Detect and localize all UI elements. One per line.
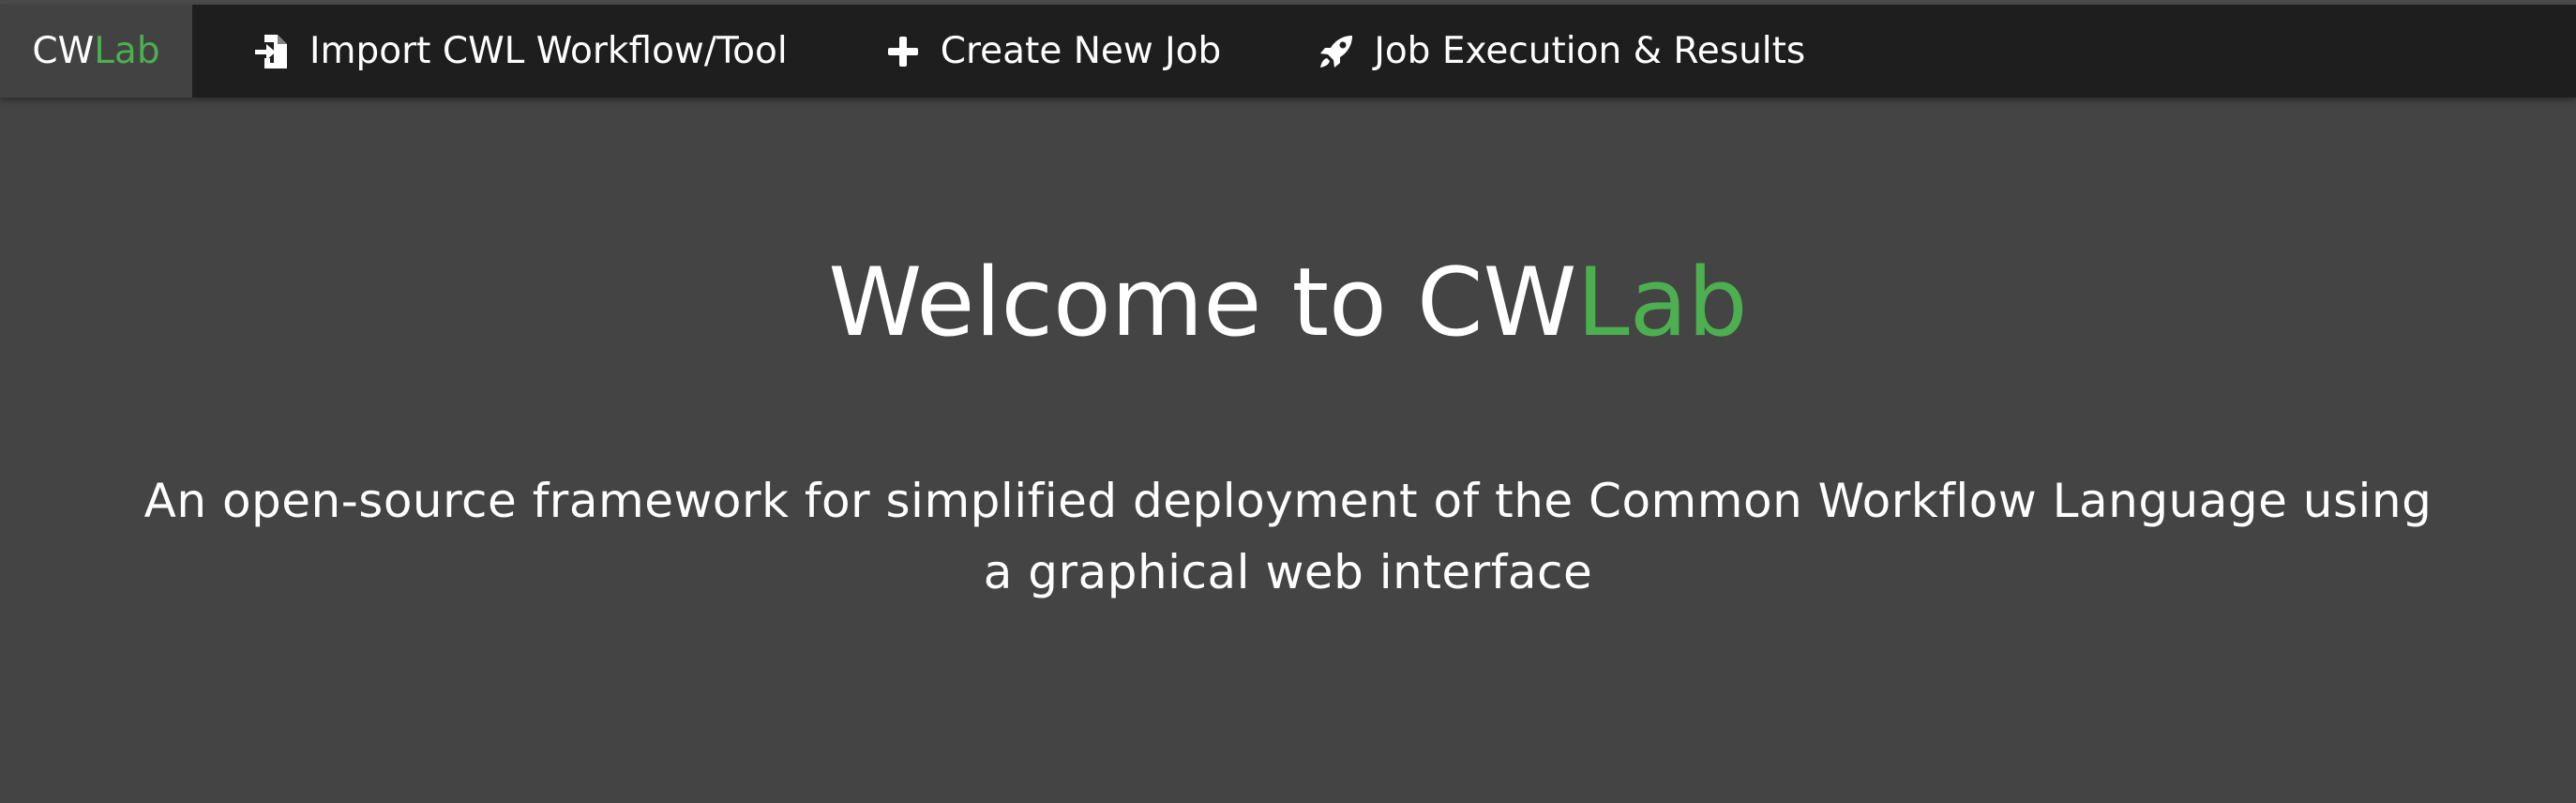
page-subtitle: An open-source framework for simplified … (143, 474, 2433, 599)
nav-create-job[interactable]: Create New Job (884, 5, 1222, 98)
brand-text-cw: CW (32, 30, 95, 72)
nav-job-execution-label: Job Execution & Results (1374, 30, 1806, 72)
title-lab: Lab (1576, 247, 1748, 357)
brand-logo-link[interactable]: CW Lab (0, 5, 192, 98)
file-import-icon (253, 33, 291, 70)
plus-icon (884, 33, 922, 70)
nav-job-execution[interactable]: Job Execution & Results (1318, 5, 1805, 98)
title-prefix: Welcome to (828, 247, 1417, 357)
nav-import-workflow[interactable]: Import CWL Workflow/Tool (253, 5, 788, 98)
rocket-icon (1318, 33, 1355, 70)
top-navbar: CW Lab Import CWL Workflow/Tool Create Ne… (0, 5, 2576, 98)
nav-create-label: Create New Job (940, 30, 1222, 72)
title-cw: CW (1416, 247, 1577, 357)
brand-text-lab: Lab (94, 30, 160, 72)
nav-import-label: Import CWL Workflow/Tool (309, 30, 788, 72)
page-title: Welcome to CWLab (0, 246, 2576, 358)
